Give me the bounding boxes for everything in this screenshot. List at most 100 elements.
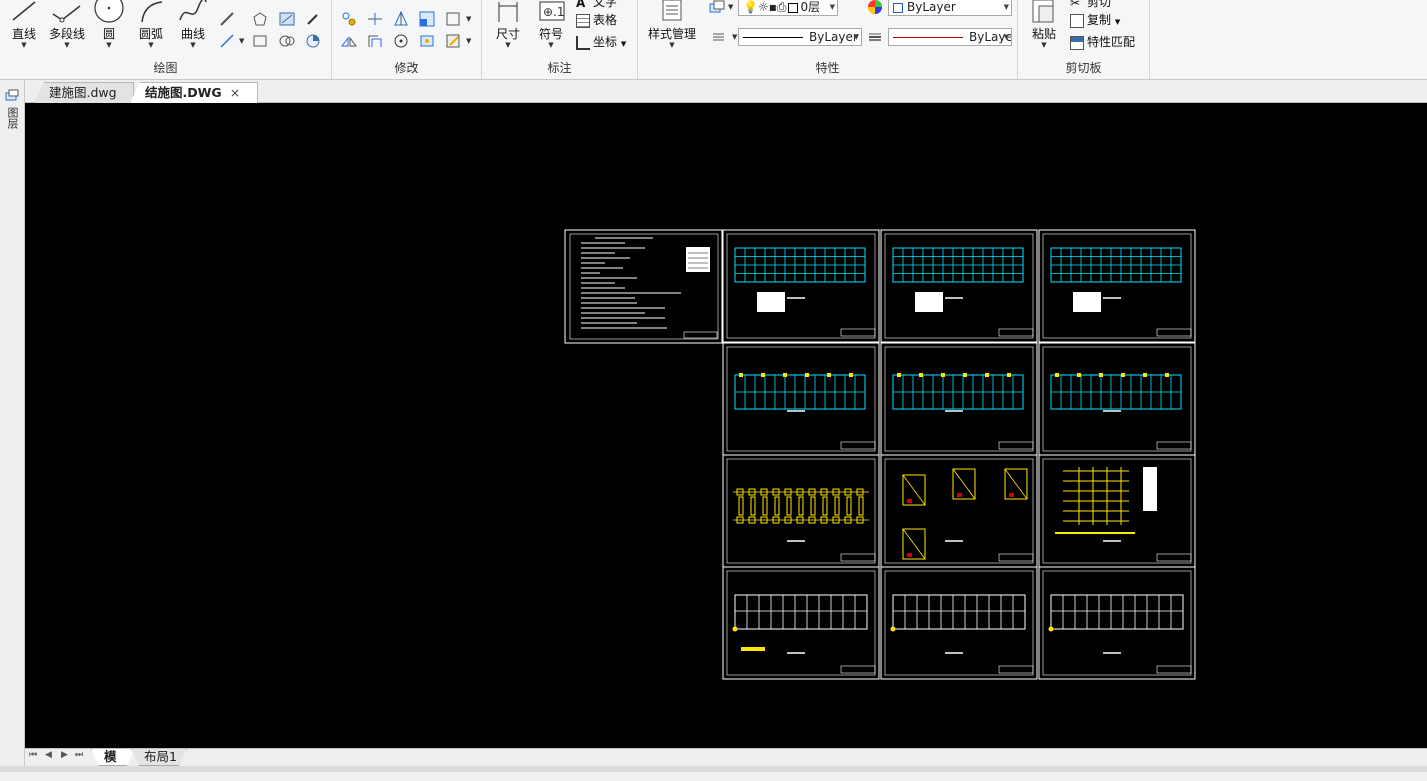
- svg-text:⊕.1: ⊕.1: [543, 5, 565, 19]
- chevron-down-icon: ▼: [106, 41, 112, 49]
- table-icon: [576, 13, 590, 28]
- polyline-label: 多段线: [48, 27, 85, 41]
- wipeout-icon[interactable]: [304, 32, 322, 50]
- chevron-down-icon[interactable]: ▼: [239, 37, 244, 45]
- first-layout-icon[interactable]: ⏮: [29, 750, 37, 760]
- lineweight-combo[interactable]: ByLayer ▼: [888, 28, 1012, 46]
- chevron-down-icon[interactable]: ▼: [466, 37, 471, 45]
- drawing-sheet[interactable]: [880, 566, 1038, 680]
- construction-line-icon[interactable]: [218, 10, 236, 28]
- color-wheel-icon[interactable]: [866, 0, 884, 16]
- linetype-list-icon[interactable]: [710, 28, 728, 46]
- color-combo[interactable]: ByLayer ▼: [888, 0, 1012, 16]
- paste-button[interactable]: 粘贴 ▼: [1026, 0, 1062, 49]
- drawing-sheet[interactable]: [880, 454, 1038, 568]
- stretch-icon[interactable]: [418, 32, 436, 50]
- drawing-sheet[interactable]: [722, 566, 880, 680]
- chevron-down-icon: ▼: [148, 41, 154, 49]
- layer-tools-icon[interactable]: [708, 0, 726, 16]
- layer-panel-button[interactable]: 图层: [4, 88, 21, 129]
- chevron-down-icon: ▼: [548, 41, 554, 49]
- layout-tab-label: 模型: [104, 749, 117, 780]
- linetype-combo[interactable]: ByLayer ▼: [738, 28, 862, 46]
- sheet-general-notes[interactable]: [564, 229, 723, 344]
- lightbulb-icon: 💡: [743, 0, 758, 14]
- chevron-down-icon: ▼: [64, 41, 70, 49]
- curve-button[interactable]: 曲线 ▼: [176, 0, 210, 49]
- chevron-down-icon: ▼: [853, 33, 859, 41]
- rectangle-icon[interactable]: [251, 32, 269, 50]
- drawing-sheet[interactable]: [1038, 229, 1196, 343]
- region-icon[interactable]: [278, 32, 296, 50]
- next-layout-icon[interactable]: ▶: [61, 750, 68, 760]
- drawing-canvas[interactable]: [25, 103, 1427, 748]
- status-strip: [0, 766, 1427, 772]
- point-icon[interactable]: [304, 10, 322, 28]
- drawing-sheet[interactable]: [880, 229, 1038, 343]
- tab-model[interactable]: 模型: [91, 749, 135, 766]
- edit-icon[interactable]: [444, 32, 462, 50]
- drawing-sheet[interactable]: [722, 454, 880, 568]
- drawing-sheet[interactable]: [1038, 342, 1196, 456]
- drawing-sheet[interactable]: [722, 229, 880, 343]
- table-button[interactable]: 表格: [576, 11, 617, 28]
- match-properties-label: 特性匹配: [1087, 35, 1136, 49]
- line-label: 直线: [11, 27, 36, 41]
- lineweight-icon[interactable]: [866, 28, 884, 46]
- rotate-icon[interactable]: [392, 32, 410, 50]
- tab-architecture[interactable]: 建施图.dwg: [34, 82, 134, 103]
- sun-icon: ☼: [757, 0, 769, 14]
- drawing-sheet[interactable]: [1038, 566, 1196, 680]
- trim-icon[interactable]: [366, 10, 384, 28]
- match-properties-button[interactable]: 特性匹配: [1070, 33, 1135, 50]
- array-icon[interactable]: [392, 10, 410, 28]
- copy-object-icon[interactable]: [340, 10, 358, 28]
- layout-tabbar: ⏮ ◀ ▶ ⏭ 模型 布局1: [25, 748, 1427, 766]
- ray-icon[interactable]: [218, 32, 236, 50]
- chevron-down-icon[interactable]: ▼: [466, 15, 471, 23]
- arc-button[interactable]: 圆弧 ▼: [134, 0, 168, 49]
- chevron-down-icon: ▼: [21, 41, 27, 49]
- polygon-icon[interactable]: [251, 10, 269, 28]
- tab-layout1[interactable]: 布局1: [131, 749, 187, 766]
- text-button[interactable]: A 文字: [576, 0, 617, 10]
- document-tabbar: 建施图.dwg 结施图.DWG ×: [0, 80, 1427, 103]
- coordinate-button[interactable]: 坐标 ▼: [576, 33, 626, 50]
- printer-icon: ⎙: [776, 0, 787, 14]
- prev-layout-icon[interactable]: ◀: [45, 750, 52, 760]
- tab-structure[interactable]: 结施图.DWG ×: [130, 82, 258, 103]
- chevron-down-icon[interactable]: ▼: [732, 33, 737, 41]
- symbol-label: 符号: [538, 27, 563, 41]
- drawing-sheet[interactable]: [1038, 454, 1196, 568]
- lineweight-sample: [893, 37, 963, 38]
- close-icon[interactable]: ×: [230, 85, 240, 100]
- modify-group-label: 修改: [394, 61, 419, 75]
- style-manager-button[interactable]: 样式管理 ▼: [644, 0, 700, 49]
- drawing-sheet[interactable]: [880, 342, 1038, 456]
- scale-icon[interactable]: [418, 10, 436, 28]
- dimension-label: 尺寸: [495, 27, 520, 41]
- offset-icon[interactable]: [366, 32, 384, 50]
- chevron-down-icon[interactable]: ▼: [728, 3, 733, 11]
- coordinate-label: 坐标: [593, 35, 618, 49]
- annotate-group-label: 标注: [547, 61, 572, 75]
- hatch-icon[interactable]: [278, 10, 296, 28]
- curve-icon: [179, 0, 207, 21]
- cut-button[interactable]: ✂ 剪切: [1070, 0, 1111, 10]
- drawing-sheet[interactable]: [722, 342, 880, 456]
- dimension-button[interactable]: 尺寸 ▼: [490, 0, 526, 49]
- layout-tab-label: 布局1: [144, 749, 177, 764]
- last-layout-icon[interactable]: ⏭: [75, 750, 83, 760]
- polyline-button[interactable]: 多段线 ▼: [46, 0, 88, 49]
- copy-button[interactable]: 复制 ▼: [1070, 11, 1120, 28]
- circle-button[interactable]: 圆 ▼: [94, 0, 124, 49]
- text-icon: A: [576, 0, 586, 10]
- layer-combo[interactable]: 💡☼▪⎙ 0层 ▼: [738, 0, 838, 16]
- line-button[interactable]: 直线 ▼: [6, 0, 42, 49]
- explode-icon[interactable]: [444, 10, 462, 28]
- color-value: ByLayer: [907, 0, 956, 14]
- symbol-button[interactable]: ⊕.1 符号 ▼: [534, 0, 568, 49]
- mirror-icon[interactable]: [340, 32, 358, 50]
- linetype-value: ByLayer: [809, 30, 858, 44]
- coordinate-icon: [576, 35, 590, 50]
